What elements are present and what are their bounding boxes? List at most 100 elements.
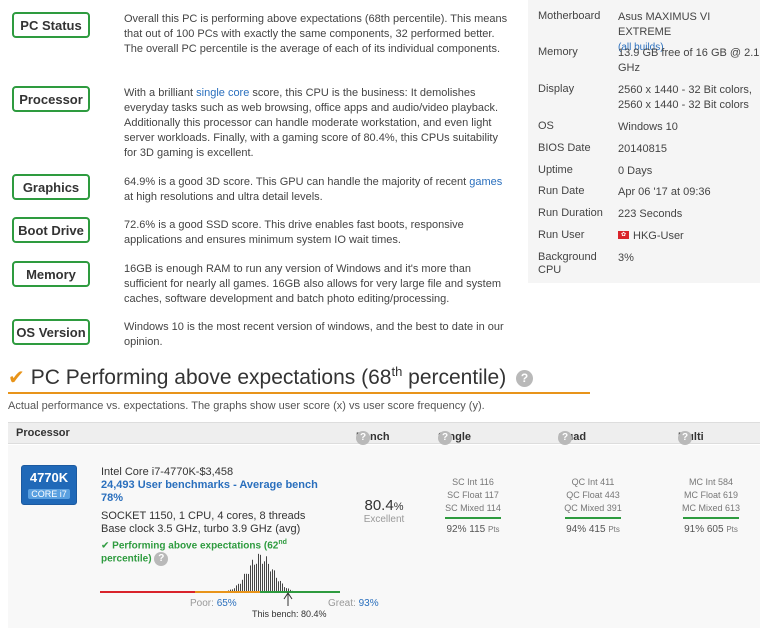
sc-mixed: SC Mixed 114: [445, 503, 501, 513]
spec-value-background-cpu: 3%: [618, 252, 634, 264]
spec-value-run-date: Apr 06 '17 at 09:36: [618, 186, 711, 198]
histogram-bar: [272, 569, 273, 592]
sc-unit: Pts: [487, 525, 500, 534]
spec-value-uptime: 0 Days: [618, 165, 653, 177]
quad-help-icon[interactable]: ?: [558, 431, 572, 445]
bench-value: 80.4: [364, 497, 394, 514]
histogram-bar: [252, 559, 253, 592]
mc-int: MC Int 584: [688, 477, 734, 487]
spec-value-memory: 13.9 GB free of 16 GB @ 2.1 GHz: [618, 47, 760, 74]
intel-core-i7-logo[interactable]: 4770K CORE i7: [21, 465, 77, 505]
great-label: Great: 93%: [328, 598, 379, 609]
spec-key-run-user: Run User: [538, 229, 585, 241]
this-bench-label: This bench: 80.4%: [252, 609, 327, 619]
qc-unit: Pts: [608, 525, 620, 534]
cpu-socket-line: SOCKET 1150, 1 CPU, 4 cores, 8 threads: [101, 510, 306, 522]
histogram-bar: [258, 553, 259, 592]
spec-key-motherboard: Motherboard: [538, 10, 601, 22]
single-core-link[interactable]: single core: [196, 87, 249, 99]
logo-model: 4770K: [29, 470, 69, 485]
histogram-bar: [278, 581, 279, 592]
histogram-bar: [240, 583, 241, 592]
bench-label: Excellent: [363, 514, 405, 525]
checkmark-icon: ✔: [8, 367, 25, 389]
multi-help-icon[interactable]: ?: [678, 431, 692, 445]
mc-unit: Pts: [726, 525, 738, 534]
histogram-bar: [238, 583, 239, 592]
histogram-bars: [220, 553, 307, 592]
spec-value-display: 2560 x 1440 - 32 Bit colors, 2560 x 1440…: [618, 84, 752, 111]
qc-pct: 94% 415: [566, 524, 606, 535]
histogram-bar: [260, 554, 261, 592]
heading-text: PC Performing above expectations (68: [30, 366, 392, 389]
graphics-desc-pre: 64.9% is a good 3D score. This GPU can h…: [124, 176, 470, 188]
user-benchmarks-link[interactable]: 24,493 User benchmarks - Average bench 7…: [101, 479, 341, 505]
hong-kong-flag-icon: ✿: [618, 231, 629, 240]
boot-drive-tag: Boot Drive: [12, 217, 90, 243]
cpu-name[interactable]: Intel Core i7-4770K-$3,458: [101, 466, 341, 479]
histogram-bar: [244, 573, 245, 592]
cpu-clock-line: Base clock 3.5 GHz, turbo 3.9 GHz (avg): [101, 523, 301, 535]
single-help-icon[interactable]: ?: [438, 431, 452, 445]
run-user-value: HKG-User: [633, 230, 684, 242]
help-icon[interactable]: ?: [516, 369, 534, 387]
qc-mixed: QC Mixed 391: [564, 503, 622, 513]
heading-sup: th: [391, 364, 403, 379]
bench-help-icon[interactable]: ?: [356, 431, 370, 445]
graphics-tag: Graphics: [12, 174, 90, 200]
histogram-bar: [248, 573, 249, 592]
heading-text-post: percentile): [402, 366, 507, 389]
heading-underline: [8, 392, 590, 394]
spec-key-bios-date: BIOS Date: [538, 142, 591, 154]
great-value: 93%: [358, 598, 379, 609]
single-core-scores: SC Int 116 SC Float 117 SC Mixed 114 92%…: [428, 476, 518, 536]
perf-sup: nd: [278, 539, 287, 546]
memory-description: 16GB is enough RAM to run any version of…: [124, 263, 502, 305]
pc-status-description: Overall this PC is performing above expe…: [124, 13, 508, 55]
qc-int: QC Int 411: [571, 477, 615, 487]
great-text: Great:: [328, 598, 356, 609]
spec-value-os: Windows 10: [618, 121, 678, 133]
histogram-bar: [242, 579, 243, 592]
spec-value-bios-date: 20140815: [618, 143, 667, 155]
games-link[interactable]: games: [469, 176, 502, 188]
histogram-bar: [256, 563, 257, 592]
histogram-bar: [274, 570, 275, 592]
poor-text: Poor:: [190, 598, 214, 609]
spec-key-uptime: Uptime: [538, 164, 573, 176]
multi-core-scores: MC Int 584 MC Float 619 MC Mixed 613 91%…: [666, 476, 756, 536]
performance-heading: ✔ PC Performing above expectations (68th …: [8, 364, 534, 390]
histogram-bar: [280, 580, 281, 592]
histogram-bar: [254, 564, 255, 592]
pc-status-tag: PC Status: [12, 12, 90, 38]
graphics-description: 64.9% is a good 3D score. This GPU can h…: [124, 175, 509, 205]
sc-float: SC Float 117: [447, 490, 499, 500]
histogram-bar: [276, 577, 277, 592]
poor-label: Poor: 65%: [190, 598, 237, 609]
motherboard-value: Asus MAXIMUS VI EXTREME: [618, 11, 711, 38]
graphics-desc-post: at high resolutions and ultra detail lev…: [124, 191, 323, 203]
histogram-bar: [262, 563, 263, 592]
spec-key-display: Display: [538, 83, 575, 95]
spec-key-run-date: Run Date: [538, 185, 585, 197]
qc-bar: [565, 517, 621, 519]
spec-key-memory: Memory: [538, 46, 578, 58]
histogram-bar: [282, 583, 283, 592]
histogram-bar: [264, 561, 265, 592]
col-processor[interactable]: Processor: [16, 427, 70, 439]
os-version-description: Windows 10 is the most recent version of…: [124, 321, 504, 348]
mc-pct: 91% 605: [684, 524, 724, 535]
spec-value-run-duration: 223 Seconds: [618, 208, 683, 220]
boot-drive-description: 72.6% is a good SSD score. This drive en…: [124, 219, 464, 246]
poor-value: 65%: [216, 598, 237, 609]
sc-pct: 92% 115: [446, 524, 486, 535]
bench-score: 80.4% Excellent: [358, 497, 410, 525]
mc-mixed: MC Mixed 613: [681, 503, 741, 513]
performance-subtitle: Actual performance vs. expectations. The…: [8, 400, 485, 412]
quad-core-scores: QC Int 411 QC Float 443 QC Mixed 391 94%…: [548, 476, 638, 536]
spec-key-run-duration: Run Duration: [538, 207, 603, 219]
histogram-bar: [246, 573, 247, 592]
spec-key-background-cpu: Background CPU: [538, 251, 597, 276]
histogram-bar: [268, 563, 269, 592]
memory-tag: Memory: [12, 261, 90, 287]
